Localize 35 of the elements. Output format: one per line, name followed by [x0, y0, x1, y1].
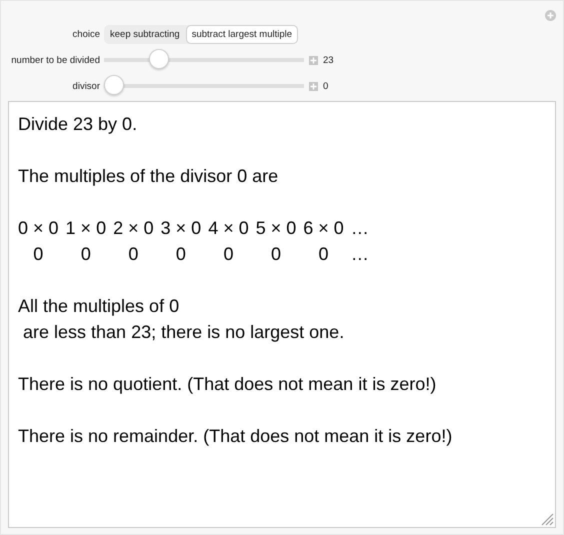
expand-icon[interactable] [309, 82, 318, 90]
multiple-value: 0 [176, 243, 186, 266]
output-text: There is no remainder. (That does not mean it is zero!) [18, 425, 452, 448]
multiple-value: 0 [223, 243, 234, 266]
resize-grip-icon[interactable] [540, 512, 554, 526]
multiple-product: 1 × 0 [66, 217, 106, 240]
multiple-product: 5 × 0 [256, 217, 296, 240]
slider-thumb[interactable] [104, 75, 124, 95]
choice-tab[interactable]: keep subtracting [104, 24, 186, 44]
multiple-value: 0 [33, 243, 44, 266]
multiple-product: 0 × 0 [18, 217, 59, 240]
plus-icon[interactable] [545, 10, 556, 21]
output-text: The multiples of the divisor 0 are [18, 165, 280, 188]
output-text: There is no quotient. (That does not mean it is zero!) [18, 373, 436, 396]
output-text: All the multiples of 0 [18, 295, 180, 318]
multiple-product: … [350, 217, 369, 240]
output-text: are less than 23; there is no largest one. [22, 321, 344, 344]
slider-thumb[interactable] [148, 49, 168, 69]
multiple-product: 4 × 0 [208, 217, 249, 240]
slider-label: divisor [72, 80, 101, 92]
multiple-product: 2 × 0 [113, 217, 154, 240]
expand-icon[interactable] [309, 56, 318, 64]
multiple-value: … [350, 243, 369, 266]
multiple-value: 0 [128, 243, 138, 266]
multiple-product: 6 × 0 [303, 217, 344, 240]
control-label: choice [72, 28, 101, 40]
multiple-product: 3 × 0 [160, 217, 202, 240]
multiple-value: 0 [80, 243, 91, 266]
slider-value: 23 [323, 54, 334, 66]
output-text: Divide 23 by 0. [18, 113, 138, 136]
choice-tab[interactable]: subtract largest multiple [186, 24, 298, 44]
multiple-value: 0 [318, 243, 329, 266]
slider-label: number to be divided [10, 54, 101, 66]
multiple-value: 0 [271, 243, 282, 266]
slider-value: 0 [323, 80, 328, 92]
